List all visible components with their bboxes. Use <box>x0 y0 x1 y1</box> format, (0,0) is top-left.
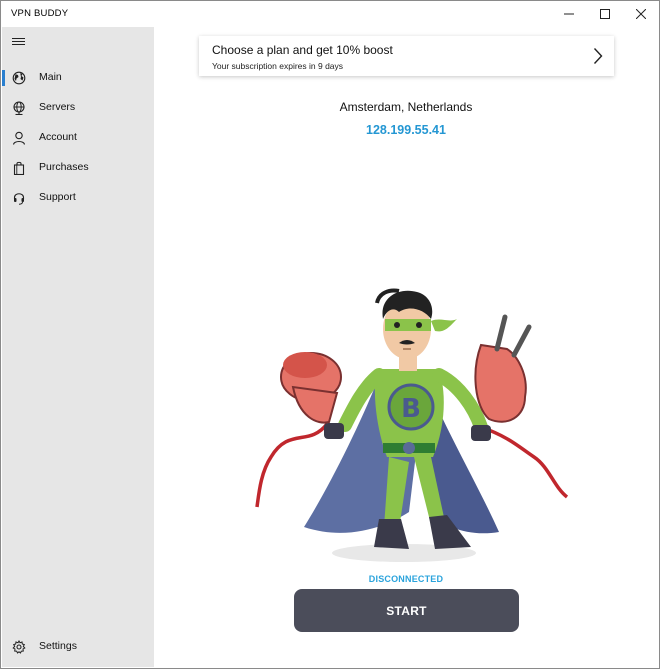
minimize-icon <box>564 13 574 15</box>
connection-status: DISCONNECTED <box>368 574 444 584</box>
title-bar: VPN BUDDY <box>1 1 659 27</box>
shopping-bag-icon <box>13 161 25 175</box>
sidebar-item-servers[interactable]: Servers <box>2 93 154 123</box>
close-button[interactable] <box>623 1 659 27</box>
sidebar-item-settings[interactable]: Settings <box>2 632 154 662</box>
close-icon <box>636 9 646 19</box>
sidebar-item-label: Servers <box>39 101 76 113</box>
headset-icon <box>13 193 25 205</box>
sidebar-item-label: Purchases <box>39 161 89 173</box>
sidebar-item-purchases[interactable]: Purchases <box>2 153 154 183</box>
app-title: VPN BUDDY <box>11 8 69 19</box>
sidebar: Main Servers Account Purchases Support S… <box>2 27 154 667</box>
sidebar-item-account[interactable]: Account <box>2 123 154 153</box>
hamburger-icon[interactable] <box>12 35 26 47</box>
minimize-button[interactable] <box>551 1 587 27</box>
sidebar-item-label: Settings <box>39 640 77 652</box>
superhero-plug-illustration: B <box>255 288 569 562</box>
globe-icon <box>12 71 26 85</box>
active-indicator <box>2 70 5 86</box>
server-globe-icon <box>13 101 25 115</box>
promo-banner[interactable]: Choose a plan and get 10% boost Your sub… <box>199 36 614 76</box>
sidebar-item-label: Account <box>39 131 77 143</box>
ip-address: 128.199.55.41 <box>366 123 446 137</box>
start-button[interactable]: START <box>294 589 519 632</box>
promo-title: Choose a plan and get 10% boost <box>212 43 393 57</box>
person-icon <box>12 131 26 145</box>
app-window: VPN BUDDY Main Servers Account Purchases… <box>0 0 660 669</box>
maximize-icon <box>600 9 610 19</box>
promo-subtitle: Your subscription expires in 9 days <box>212 61 344 71</box>
location-label: Amsterdam, Netherlands <box>339 100 473 114</box>
chevron-right-icon <box>593 48 603 64</box>
gear-icon <box>12 640 26 654</box>
maximize-button[interactable] <box>587 1 623 27</box>
svg-text:B: B <box>401 394 421 424</box>
sidebar-item-label: Main <box>39 71 62 83</box>
window-controls <box>551 1 659 27</box>
sidebar-item-label: Support <box>39 191 76 203</box>
main-panel: Choose a plan and get 10% boost Your sub… <box>154 27 658 667</box>
sidebar-item-support[interactable]: Support <box>2 183 154 213</box>
sidebar-item-main[interactable]: Main <box>2 63 154 93</box>
